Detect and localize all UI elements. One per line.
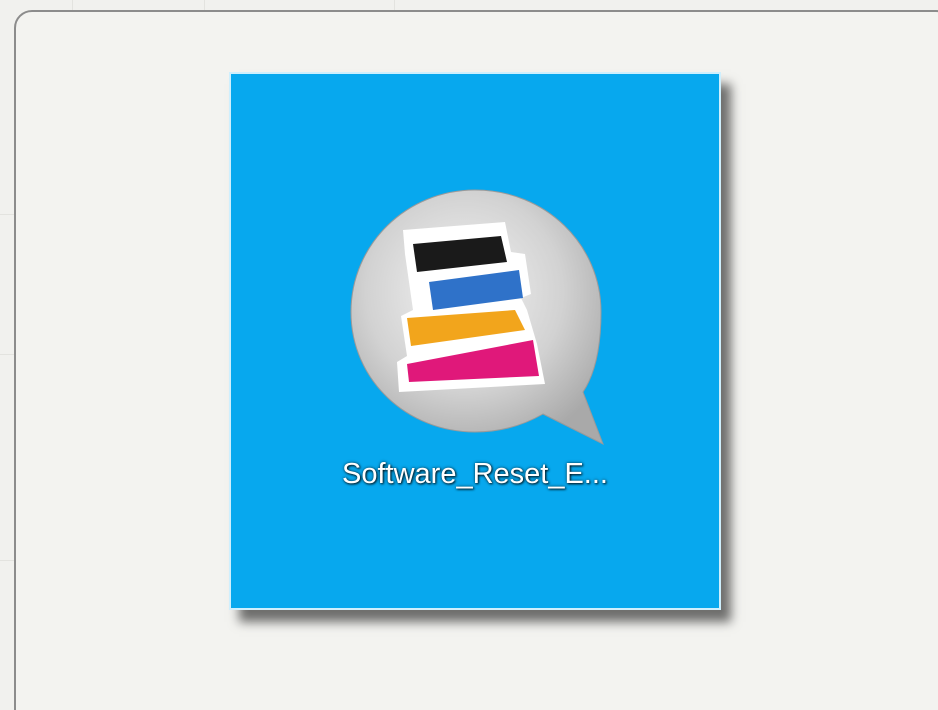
- background-divider: [0, 560, 14, 561]
- desktop-icon-label: Software_Reset_E...: [342, 458, 608, 490]
- desktop-background: Software_Reset_E...: [0, 0, 938, 710]
- background-divider: [0, 214, 14, 215]
- ink-stack-chat-bubble-icon: [350, 189, 604, 446]
- desktop-icon-software-reset[interactable]: Software_Reset_E...: [229, 72, 721, 610]
- background-divider: [0, 354, 14, 355]
